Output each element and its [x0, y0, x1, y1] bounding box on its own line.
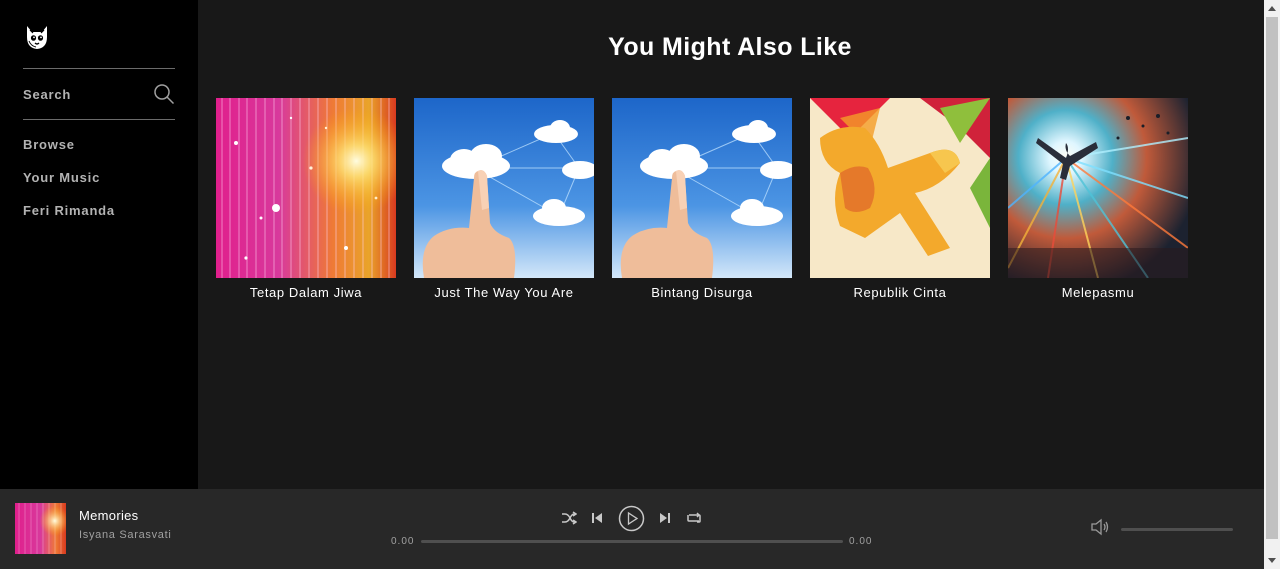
album-title[interactable]: Bintang Disurga: [612, 285, 792, 300]
app-window: Search Browse Your Music Feri Rimanda Yo…: [0, 0, 1280, 569]
sidebar-nav: Browse Your Music Feri Rimanda: [23, 136, 115, 235]
album-card[interactable]: Bintang Disurga: [612, 98, 792, 300]
sidebar-item-your-music[interactable]: Your Music: [23, 169, 115, 202]
fox-logo-icon[interactable]: [23, 23, 51, 51]
player-bar: Memories Isyana Sarasvati 0.00 0.00: [0, 489, 1264, 569]
time-elapsed: 0.00: [391, 536, 415, 547]
album-card[interactable]: Tetap Dalam Jiwa: [216, 98, 396, 300]
page-title: You Might Also Like: [608, 33, 852, 61]
album-title[interactable]: Tetap Dalam Jiwa: [216, 285, 396, 300]
scrollbar[interactable]: [1264, 0, 1280, 569]
scroll-up-arrow-icon[interactable]: [1264, 0, 1280, 17]
search-label: Search: [23, 86, 72, 102]
album-grid: Tetap Dalam Jiwa Just The Way You Are Bi…: [216, 98, 1188, 300]
album-title[interactable]: Melepasmu: [1008, 285, 1188, 300]
album-card[interactable]: Melepasmu: [1008, 98, 1188, 300]
sidebar-divider: [23, 119, 175, 120]
album-title[interactable]: Just The Way You Are: [414, 285, 594, 300]
now-playing-art[interactable]: [15, 503, 66, 554]
playback-controls: [556, 503, 706, 533]
volume-slider[interactable]: [1121, 528, 1233, 531]
album-art-image[interactable]: [414, 98, 594, 278]
search-field[interactable]: Search: [23, 77, 175, 111]
scrollbar-thumb[interactable]: [1266, 17, 1278, 539]
sidebar: Search Browse Your Music Feri Rimanda: [0, 0, 198, 489]
sidebar-divider: [23, 68, 175, 69]
album-art-image[interactable]: [612, 98, 792, 278]
progress-bar[interactable]: [421, 540, 843, 543]
album-card[interactable]: Just The Way You Are: [414, 98, 594, 300]
main-content: You Might Also Like Tetap Dalam Jiwa Jus…: [198, 0, 1264, 489]
next-icon[interactable]: [657, 503, 673, 533]
time-total: 0.00: [849, 536, 873, 547]
sidebar-item-profile[interactable]: Feri Rimanda: [23, 202, 115, 235]
repeat-icon[interactable]: [685, 503, 703, 533]
album-art-image[interactable]: [1008, 98, 1188, 278]
scroll-down-arrow-icon[interactable]: [1264, 552, 1280, 569]
now-playing-artist[interactable]: Isyana Sarasvati: [79, 529, 172, 541]
album-title[interactable]: Republik Cinta: [810, 285, 990, 300]
now-playing-title[interactable]: Memories: [79, 508, 138, 523]
previous-icon[interactable]: [589, 503, 605, 533]
album-art-image[interactable]: [216, 98, 396, 278]
speaker-icon[interactable]: [1090, 518, 1110, 536]
sidebar-item-browse[interactable]: Browse: [23, 136, 115, 169]
play-icon[interactable]: [617, 503, 645, 533]
album-art-image[interactable]: [810, 98, 990, 278]
album-card[interactable]: Republik Cinta: [810, 98, 990, 300]
shuffle-icon[interactable]: [560, 503, 578, 533]
search-icon[interactable]: [153, 83, 175, 105]
